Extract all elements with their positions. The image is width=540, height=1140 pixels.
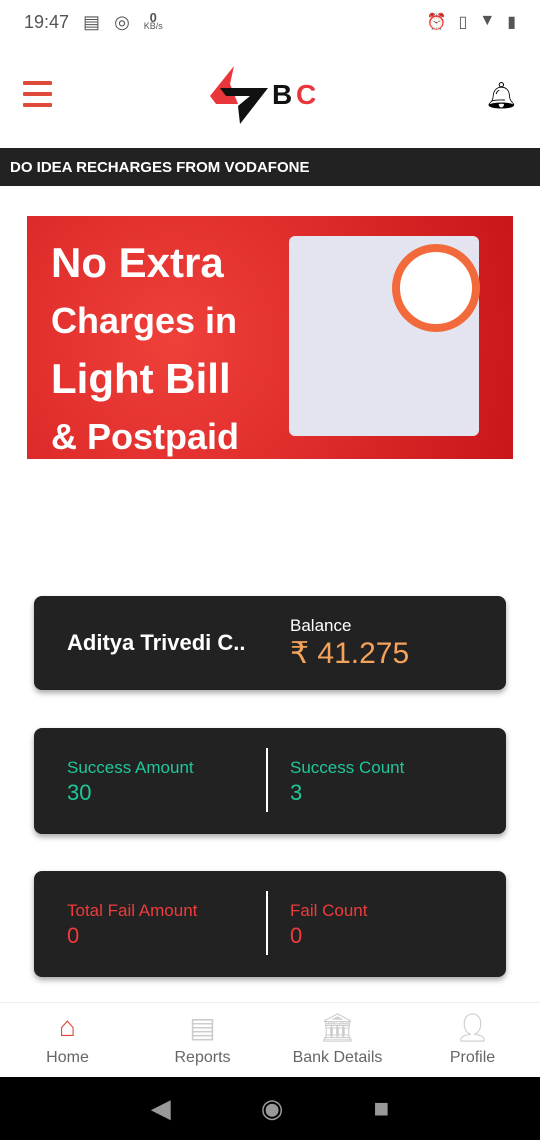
svg-text:C: C bbox=[296, 79, 316, 110]
clipboard-icon: ▤ bbox=[189, 1012, 216, 1043]
wifi-icon: ▼ bbox=[479, 12, 496, 29]
divider bbox=[266, 748, 268, 812]
user-name: Aditya Trivedi C.. bbox=[67, 630, 246, 655]
bell-icon[interactable]: 🔔︎ bbox=[485, 80, 518, 111]
alarm-icon: ⏰ bbox=[426, 14, 447, 31]
success-card: Success Amount 30 Success Count 3 bbox=[34, 728, 506, 834]
nav-label: Profile bbox=[449, 1049, 496, 1066]
nav-label: Home bbox=[46, 1049, 89, 1066]
home-icon: ⌂ bbox=[59, 1011, 76, 1042]
app-icon: ◎ bbox=[114, 11, 130, 32]
success-amount: 30 bbox=[67, 780, 92, 805]
nav-profile[interactable]: 👤︎ Profile bbox=[405, 1003, 540, 1077]
app-logo: B C bbox=[210, 66, 316, 124]
user-icon: 👤︎ bbox=[454, 1012, 491, 1043]
back-icon[interactable]: ◀ bbox=[151, 1093, 171, 1124]
success-count: 3 bbox=[290, 780, 303, 805]
svg-text:B: B bbox=[272, 79, 292, 110]
banner-line: Light Bill bbox=[51, 355, 231, 402]
status-bar: 19:47 ▤ ◎ 0 KB/s ⏰ ▯ ▼ ▮ bbox=[0, 0, 540, 44]
balance-label: Balance bbox=[290, 616, 352, 635]
home-button-icon[interactable]: ◉ bbox=[261, 1093, 284, 1124]
announcement-ticker: DO IDEA RECHARGES FROM VODAFONE bbox=[0, 148, 540, 186]
net-speed: 0 KB/s bbox=[143, 10, 163, 31]
fail-count-label: Fail Count bbox=[290, 901, 368, 920]
recents-icon[interactable]: ■ bbox=[373, 1093, 389, 1124]
system-nav-bar: ◀ ◉ ■ bbox=[0, 1077, 540, 1140]
nav-label: Bank Details bbox=[292, 1049, 383, 1066]
notification-icon: ▤ bbox=[83, 11, 101, 32]
fail-card: Total Fail Amount 0 Fail Count 0 bbox=[34, 871, 506, 977]
promo-banner[interactable]: No Extra Charges in Light Bill & Postpai… bbox=[27, 216, 513, 459]
battery-icon: ▮ bbox=[507, 14, 516, 31]
balance-card: Aditya Trivedi C.. Balance ₹ 41.275 bbox=[34, 596, 506, 690]
no-charges-icon bbox=[392, 244, 480, 332]
fail-amount: 0 bbox=[67, 923, 80, 948]
nav-label: Reports bbox=[174, 1049, 231, 1066]
banner-line: No Extra bbox=[51, 239, 224, 286]
banner-line: & Postpaid bbox=[51, 416, 240, 457]
divider bbox=[266, 891, 268, 955]
fail-count: 0 bbox=[290, 923, 303, 948]
clock: 19:47 bbox=[24, 11, 70, 32]
menu-icon[interactable] bbox=[23, 81, 52, 114]
success-amount-label: Success Amount bbox=[67, 758, 194, 777]
success-count-label: Success Count bbox=[290, 758, 405, 777]
banner-line: Charges in bbox=[51, 300, 238, 341]
nav-home[interactable]: ⌂ Home bbox=[0, 1003, 135, 1077]
app-header: B C 🔔︎ bbox=[0, 44, 540, 148]
bottom-nav: ⌂ Home ▤ Reports 🏛︎ Bank Details 👤︎ Profile bbox=[0, 1002, 540, 1077]
bank-icon: 🏛︎ bbox=[319, 1012, 356, 1043]
nav-bank-details[interactable]: 🏛︎ Bank Details bbox=[270, 1003, 405, 1077]
nav-reports[interactable]: ▤ Reports bbox=[135, 1003, 270, 1077]
balance-value: ₹ 41.275 bbox=[290, 637, 410, 670]
vibrate-icon: ▯ bbox=[458, 14, 468, 31]
fail-amount-label: Total Fail Amount bbox=[67, 901, 198, 920]
